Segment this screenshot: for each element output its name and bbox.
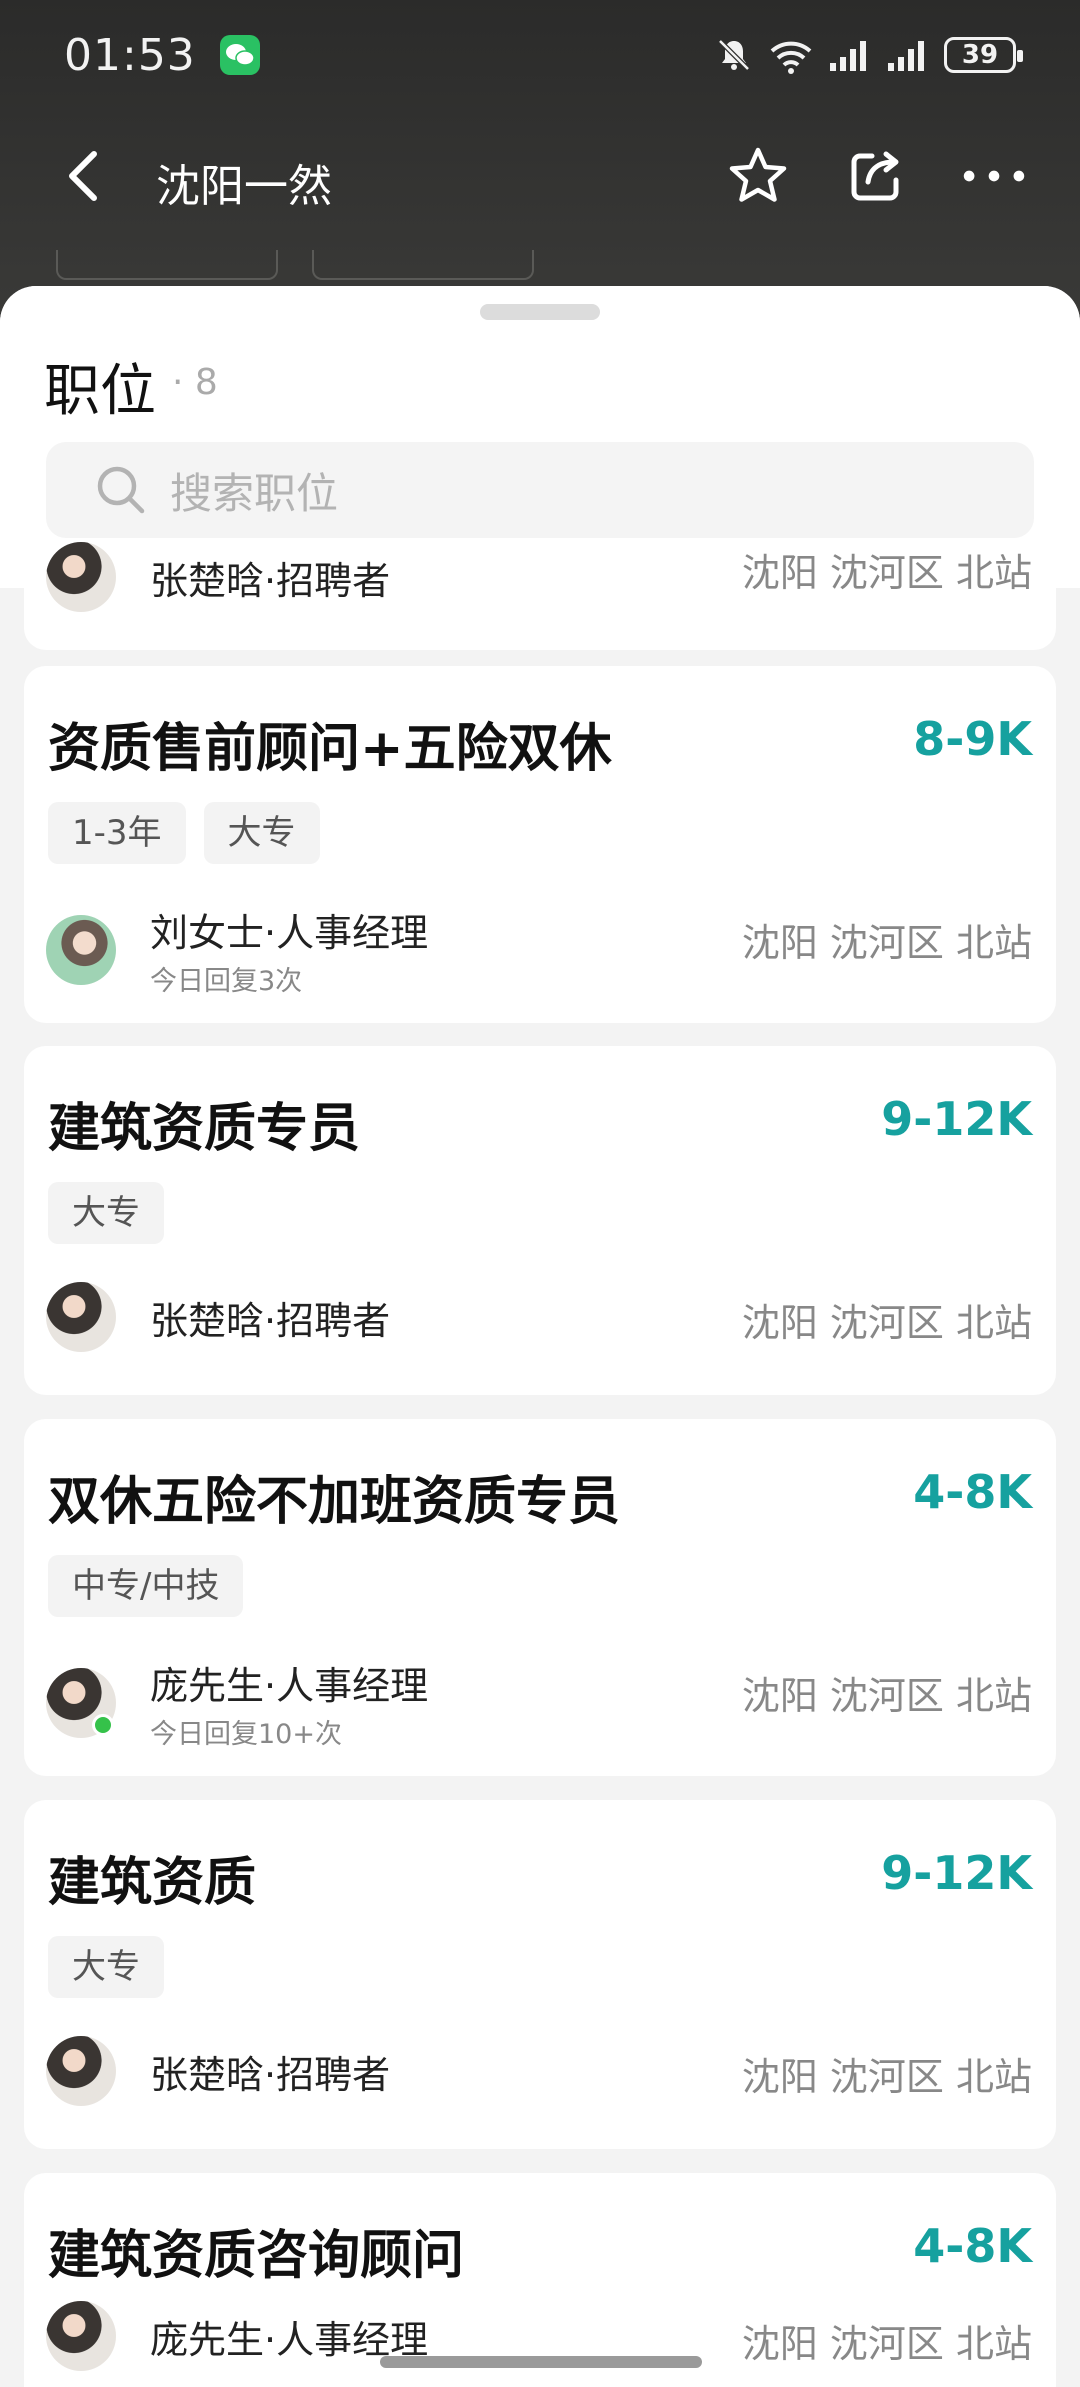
job-salary: 8-9K [913,712,1032,766]
page-title: 沈阳一然 [156,161,332,212]
nav-bar: 沈阳一然 [0,120,1080,230]
sheet-title: 职位 [44,359,156,424]
job-salary: 4-8K [913,2219,1032,2273]
search-input[interactable]: 搜索职位 [46,442,1034,538]
job-location: 沈阳 沈河区 北站 [741,551,1032,595]
share-button[interactable] [844,144,908,208]
recruiter-info: 庞先生·人事经理 [46,2301,428,2371]
avatar [46,2301,116,2371]
recruiter-info: 刘女士·人事经理 今日回复3次 [46,902,428,998]
recruiter-info: 庞先生·人事经理 今日回复10+次 [46,1655,428,1751]
job-tags: 中专/中技 [48,1555,244,1617]
job-tags: 大专 [48,1182,164,1244]
job-location: 沈阳 沈河区 北站 [741,1674,1032,1718]
avatar [46,915,116,985]
favorite-button[interactable] [726,144,790,208]
reply-rate: 今日回复3次 [150,966,303,997]
more-icon [963,170,1025,182]
job-card[interactable]: 建筑资质专员 9-12K 大专 张楚晗·招聘者 沈阳 沈河区 北站 [24,1046,1056,1395]
job-card[interactable]: 张楚晗·招聘者 沈阳 沈河区 北站 [24,542,1056,650]
search-placeholder: 搜索职位 [170,468,339,518]
status-icons: 39 [714,35,1023,75]
job-card[interactable]: 双休五险不加班资质专员 4-8K 中专/中技 庞先生·人事经理 今日回复10+次… [24,1419,1056,1776]
online-status-dot [92,1714,114,1736]
battery-level: 39 [961,40,999,70]
recruiter-name: 庞先生·人事经理 [150,1664,429,1708]
job-title: 双休五险不加班资质专员 [48,1472,621,1532]
job-title: 建筑资质 [48,1853,257,1913]
recruiter-name: 刘女士·人事经理 [150,911,429,955]
nav-actions [726,144,1026,208]
search-icon [97,466,145,514]
job-salary: 9-12K [881,1092,1032,1146]
job-card[interactable]: 建筑资质 9-12K 大专 张楚晗·招聘者 沈阳 沈河区 北站 [24,1800,1056,2149]
wifi-icon [770,41,812,74]
status-time: 01:53 [64,29,196,81]
job-location: 沈阳 沈河区 北站 [741,2322,1032,2366]
job-title: 资质售前顾问+五险双休 [48,719,612,779]
job-tags: 1-3年 大专 [48,802,320,864]
job-tag: 1-3年 [48,802,186,864]
avatar [46,542,116,612]
job-tag: 大专 [203,802,320,864]
job-card[interactable]: 建筑资质咨询顾问 4-8K 庞先生·人事经理 沈阳 沈河区 北站 [24,2173,1056,2387]
more-button[interactable] [962,144,1026,208]
job-salary: 9-12K [881,1846,1032,1900]
home-indicator[interactable] [380,2356,702,2368]
job-title: 建筑资质专员 [48,1099,361,1159]
job-location: 沈阳 沈河区 北站 [741,1301,1032,1345]
back-button[interactable] [56,146,116,206]
job-tag: 大专 [48,1182,164,1244]
avatar [46,1282,116,1352]
wechat-icon [219,35,260,75]
star-icon [729,147,787,202]
job-tags: 大专 [48,1936,164,1998]
reply-rate: 今日回复10+次 [150,1719,342,1750]
recruiter-name: 张楚晗·招聘者 [150,1298,391,1343]
job-location: 沈阳 沈河区 北站 [741,921,1032,965]
background-chip [312,250,534,280]
drag-handle[interactable] [480,304,600,320]
recruiter-info: 张楚晗·招聘者 [46,542,390,612]
battery-icon: 39 [944,37,1023,73]
recruiter-info: 张楚晗·招聘者 [46,1282,390,1352]
status-bar: 01:53 39 [0,0,1080,110]
job-tag: 大专 [48,1936,164,1998]
recruiter-info: 张楚晗·招聘者 [46,2036,390,2106]
jobs-sheet: 职位 · 8 搜索职位 张楚晗·招聘者 沈阳 沈河区 北站 资质售前顾问+五险双… [0,286,1080,2387]
job-count: · 8 [172,362,218,403]
recruiter-name: 张楚晗·招聘者 [150,558,391,603]
background-chip [56,250,278,280]
mute-icon [718,39,750,71]
signal-icon [830,41,866,71]
back-icon [69,151,97,201]
job-title: 建筑资质咨询顾问 [48,2226,465,2286]
avatar [46,2036,116,2106]
job-tag: 中专/中技 [48,1555,244,1617]
share-icon [851,151,899,201]
job-salary: 4-8K [913,1465,1032,1519]
job-card[interactable]: 资质售前顾问+五险双休 8-9K 1-3年 大专 刘女士·人事经理 今日回复3次… [24,666,1056,1023]
job-location: 沈阳 沈河区 北站 [741,2055,1032,2099]
signal-icon [888,41,924,71]
screen: 01:53 39 沈阳一然 职位 · 8 搜索职位 张楚晗·招聘者 沈阳 沈河区… [0,0,1080,2387]
recruiter-name: 张楚晗·招聘者 [150,2052,391,2097]
